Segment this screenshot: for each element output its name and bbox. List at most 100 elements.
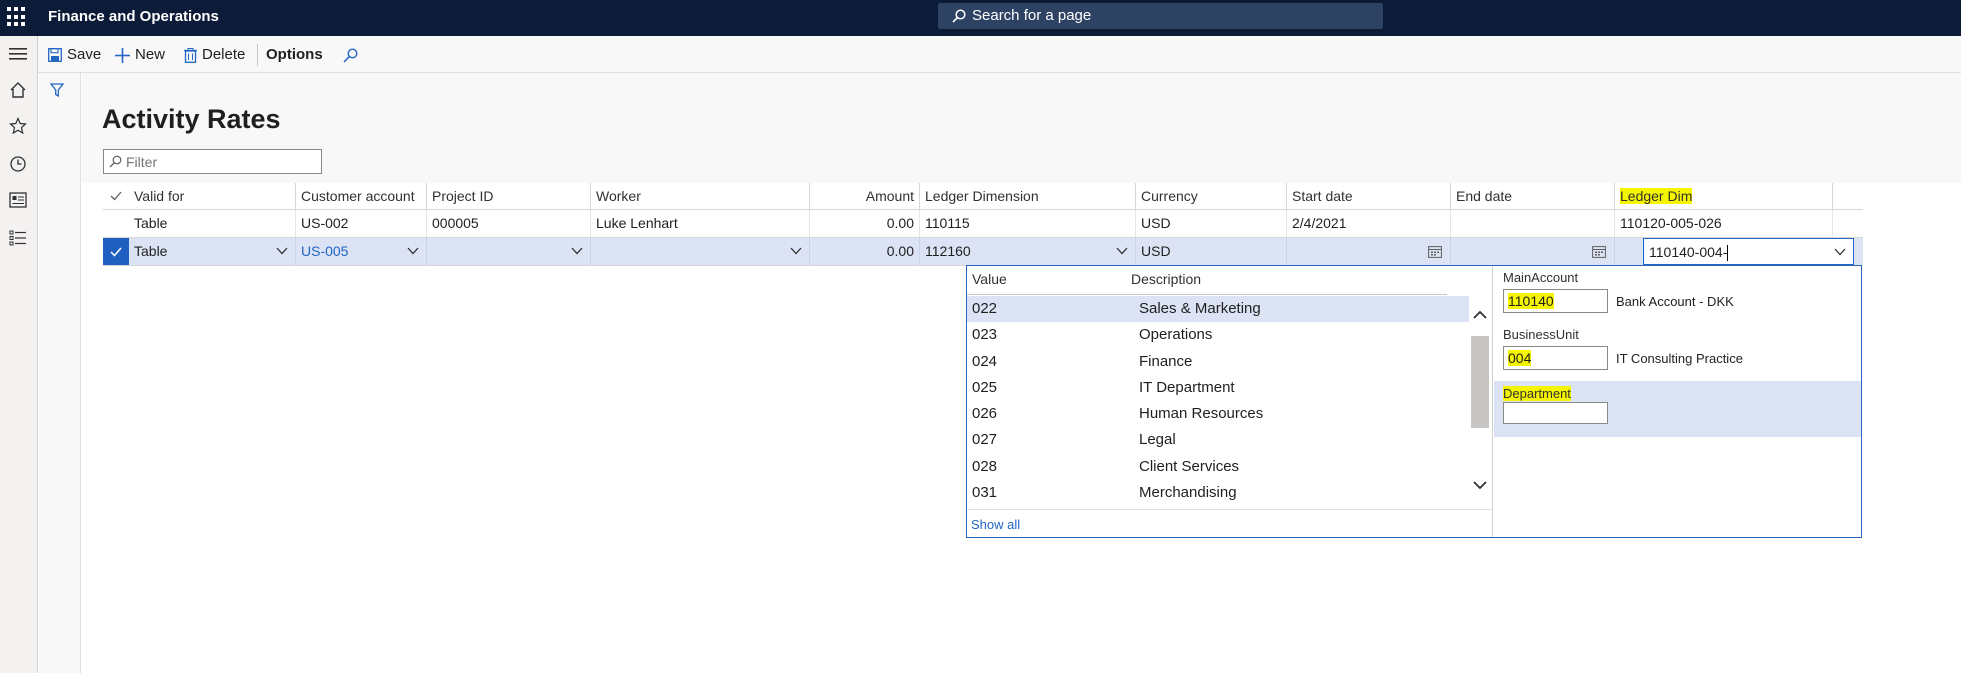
lookup-item[interactable]: 026 Human Resources [967, 401, 1469, 427]
save-button[interactable]: Save [48, 45, 101, 65]
lookup-item[interactable]: 028 Client Services [967, 454, 1469, 480]
segment-description: IT Consulting Practice [1616, 351, 1743, 366]
business-unit-field[interactable]: 004 [1503, 346, 1608, 370]
page-title: Activity Rates [102, 104, 281, 134]
filter-funnel-icon[interactable] [49, 83, 65, 102]
delete-label: Delete [202, 46, 246, 63]
save-label: Save [67, 46, 102, 63]
save-icon [48, 48, 62, 62]
chevron-down-icon[interactable] [1834, 248, 1846, 256]
column-header-customer-account[interactable]: Customer account [296, 183, 427, 209]
column-header-ledger-dimension[interactable]: Ledger Dimension [920, 183, 1136, 209]
department-field[interactable] [1503, 402, 1608, 424]
cell-end-date-picker[interactable] [1451, 238, 1615, 265]
column-header-project-id[interactable]: Project ID [427, 183, 591, 209]
cell-worker-select[interactable] [591, 238, 810, 265]
column-header-amount[interactable]: Amount [810, 183, 920, 209]
cell-start-date[interactable]: 2/4/2021 [1287, 210, 1451, 237]
column-header-worker[interactable]: Worker [591, 183, 810, 209]
home-icon[interactable] [6, 78, 30, 102]
lookup-column-description[interactable]: Description [1131, 271, 1201, 287]
filter-input[interactable] [126, 152, 316, 171]
calendar-icon[interactable] [1592, 246, 1606, 258]
cell-project-id[interactable]: 000005 [427, 210, 591, 237]
lookup-item[interactable]: 031 Merchandising [967, 480, 1469, 506]
select-all-checkbox[interactable] [103, 183, 129, 209]
main-account-field[interactable]: 110140 [1503, 289, 1608, 313]
grid-filter-field[interactable] [103, 149, 322, 174]
ledger-dim-segment-input[interactable]: 110140-004- [1643, 238, 1854, 265]
cell-end-date[interactable] [1451, 210, 1615, 237]
calendar-icon[interactable] [1428, 246, 1442, 258]
cell-currency[interactable]: USD [1136, 238, 1287, 265]
row-checkbox[interactable] [103, 210, 129, 237]
cell-amount[interactable]: 0.00 [810, 210, 920, 237]
filter-pane-strip [39, 73, 81, 673]
column-header-valid-for[interactable]: Valid for [129, 183, 296, 209]
modules-list-icon[interactable] [6, 226, 30, 250]
chevron-down-icon[interactable] [571, 247, 583, 255]
lookup-item-value: 024 [972, 352, 998, 370]
lookup-value-list: Value Description 022 Sales & Marketing 0… [967, 266, 1493, 537]
cell-ledger-dimension[interactable]: 110115 [920, 210, 1136, 237]
table-row-selected[interactable]: Table US-005 0.00 112160 USD 110140-004- [103, 238, 1863, 266]
lookup-item-value: 022 [972, 300, 998, 317]
chevron-down-icon[interactable] [276, 247, 288, 255]
app-title[interactable]: Finance and Operations [48, 8, 219, 25]
new-button[interactable]: New [115, 45, 165, 65]
lookup-item[interactable]: 025 IT Department [967, 375, 1469, 401]
checkmark-icon [110, 191, 122, 201]
table-row[interactable]: Table US-002 000005 Luke Lenhart 0.00 11… [103, 210, 1863, 238]
lookup-column-value[interactable]: Value [972, 271, 1007, 287]
cell-start-date-picker[interactable] [1287, 238, 1451, 265]
delete-button[interactable]: Delete [184, 45, 245, 65]
page-search-box[interactable]: Search for a page [938, 3, 1383, 29]
cell-currency[interactable]: USD [1136, 210, 1287, 237]
lookup-item-value: 025 [972, 378, 998, 396]
segment-label: BusinessUnit [1503, 327, 1579, 342]
new-label: New [135, 46, 166, 63]
recent-clock-icon[interactable] [6, 152, 30, 176]
cell-valid-for[interactable]: Table [129, 210, 296, 237]
cell-ledger-dimension-select[interactable]: 112160 [920, 238, 1136, 265]
segment-description: Bank Account - DKK [1616, 294, 1734, 309]
column-header-currency[interactable]: Currency [1136, 183, 1287, 209]
hamburger-menu-icon[interactable] [6, 42, 30, 66]
lookup-item[interactable]: 024 Finance [967, 349, 1469, 375]
cell-project-id-select[interactable] [427, 238, 591, 265]
activity-rates-grid: Valid for Customer account Project ID Wo… [103, 183, 1863, 266]
column-header-end-date[interactable]: End date [1451, 183, 1615, 209]
top-nav-bar: Finance and Operations Search for a page [0, 0, 1961, 36]
search-action-button[interactable] [343, 45, 363, 65]
lookup-item[interactable]: 022 Sales & Marketing [967, 296, 1469, 323]
search-icon [952, 9, 966, 23]
column-header-start-date[interactable]: Start date [1287, 183, 1451, 209]
chevron-down-icon[interactable] [407, 247, 419, 255]
chevron-down-icon[interactable] [790, 247, 802, 255]
chevron-down-icon[interactable] [1116, 247, 1128, 255]
column-header-ledger-dim[interactable]: Ledger Dim [1615, 183, 1833, 209]
grid-header-row: Valid for Customer account Project ID Wo… [103, 183, 1863, 210]
favorites-star-icon[interactable] [6, 114, 30, 138]
workspaces-icon[interactable] [6, 188, 30, 212]
cell-amount[interactable]: 0.00 [810, 238, 920, 265]
cell-valid-for-select[interactable]: Table [129, 238, 296, 265]
cell-customer-account-select[interactable]: US-005 [296, 238, 427, 265]
lookup-item-description: Client Services [1139, 457, 1240, 475]
lookup-item[interactable]: 023 Operations [967, 322, 1469, 348]
cell-worker[interactable]: Luke Lenhart [591, 210, 810, 237]
toolbar-separator [257, 44, 258, 66]
row-checkbox-checked[interactable] [103, 238, 129, 265]
cell-ledger-dim: 110140-004- [1649, 244, 1728, 260]
lookup-item-value: 028 [972, 457, 998, 475]
checkmark-icon [110, 247, 122, 257]
options-tab[interactable]: Options [266, 45, 323, 65]
cell-customer-account[interactable]: US-002 [296, 210, 427, 237]
options-label: Options [266, 46, 323, 63]
show-all-link[interactable]: Show all [971, 517, 1020, 532]
lookup-item[interactable]: 027 Legal [967, 427, 1469, 453]
scrollbar-thumb[interactable] [1471, 336, 1489, 428]
app-launcher-icon[interactable] [7, 7, 27, 27]
cell-ledger-dim[interactable]: 110120-005-026 [1615, 210, 1833, 237]
lookup-item-description: Merchandising [1139, 484, 1237, 502]
